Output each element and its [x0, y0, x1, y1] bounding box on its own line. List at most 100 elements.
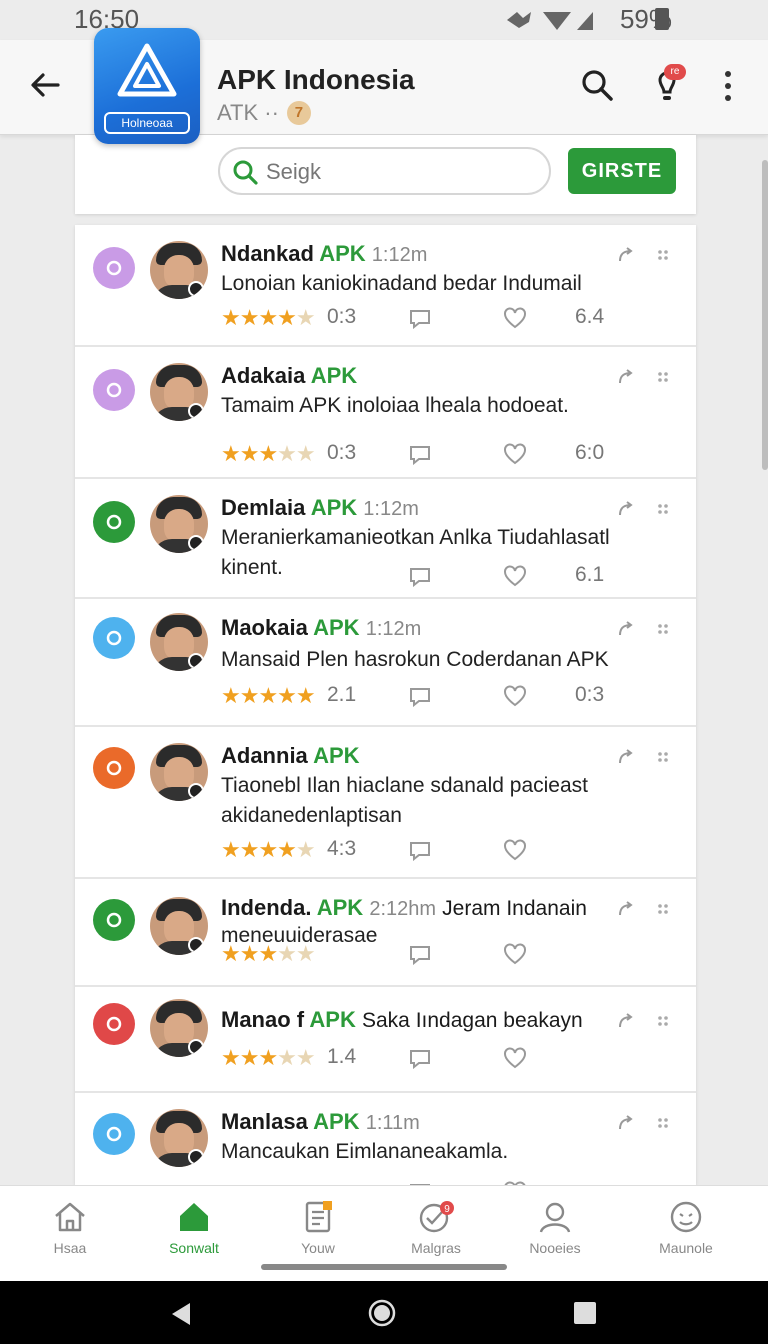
item-header: Adakaia APK	[221, 363, 357, 389]
comment-icon[interactable]	[409, 1049, 431, 1069]
category-icon	[93, 501, 135, 543]
nav-item-home[interactable]: Hsaa	[20, 1200, 120, 1256]
comment-icon[interactable]	[409, 445, 431, 465]
more-vert-icon[interactable]	[716, 68, 740, 104]
item-text: Lonoian kaniokinadand bedar Indumail	[221, 272, 582, 295]
feed-item[interactable]: Maokaia APK 1:12m Mansaid Plen hаsrokun …	[75, 599, 696, 727]
drag-handle-icon[interactable]	[657, 751, 669, 763]
item-extra: Jeram Indanain	[442, 897, 587, 920]
feed-item[interactable]: Indenda. APK 2:12hm Jeram Indanain meneu…	[75, 879, 696, 987]
logo-label: Holneoaa	[104, 112, 190, 134]
heart-icon[interactable]	[503, 443, 527, 465]
system-nav-bar	[0, 1281, 768, 1344]
avatar[interactable]	[150, 613, 208, 671]
share-icon[interactable]	[617, 1013, 635, 1031]
back-arrow-icon[interactable]	[28, 68, 62, 102]
feed-item[interactable]: Manao f APK Saka Iındagan beakayn ★★★★★ …	[75, 987, 696, 1093]
item-text: Mansaid Plen hаsrokun Coderdanan APK	[221, 648, 609, 671]
comment-icon[interactable]	[409, 687, 431, 707]
heart-icon[interactable]	[503, 685, 527, 707]
app-subtitle-text: ATK ··	[217, 100, 279, 125]
apk-label: APK	[310, 363, 358, 388]
item-time: 1:12m	[363, 498, 419, 520]
apk-label: APK	[316, 895, 364, 920]
apk-label: APK	[310, 495, 358, 520]
search-box[interactable]	[218, 147, 551, 195]
category-icon	[93, 1003, 135, 1045]
comment-icon[interactable]	[409, 309, 431, 329]
nav-label: Nooeies	[529, 1240, 581, 1256]
feed-item[interactable]: Adakaia APK Tamaim APK inoloiaa lhealа h…	[75, 347, 696, 479]
comment-icon[interactable]	[409, 567, 431, 587]
drag-handle-icon[interactable]	[657, 249, 669, 261]
item-header: Indenda. APK 2:12hm Jeram Indanain	[221, 895, 587, 921]
share-icon[interactable]	[617, 369, 635, 387]
system-home-icon[interactable]	[368, 1299, 396, 1327]
star-rating: ★★★★★	[221, 683, 316, 708]
system-recent-icon[interactable]	[573, 1301, 597, 1325]
item-name: Maokaia	[221, 615, 308, 640]
feed-item[interactable]: Demlaia APK 1:12m Meranierkamanieotkan A…	[75, 479, 696, 599]
search-field-icon	[233, 160, 258, 185]
nav-badge-text: 9	[444, 1204, 450, 1215]
search-go-button[interactable]: GIRSTE	[568, 148, 676, 194]
bottom-nav: Hsaa Sonwalt Youw 9 Malgras Nooeies Maun…	[0, 1185, 768, 1281]
heart-icon[interactable]	[503, 839, 527, 861]
search-input[interactable]	[266, 157, 536, 187]
avatar[interactable]	[150, 1109, 208, 1167]
item-name: Demlaia	[221, 495, 306, 520]
drag-handle-icon[interactable]	[657, 503, 669, 515]
app-logo: Holneoaa	[94, 28, 200, 144]
share-icon[interactable]	[617, 1115, 635, 1133]
category-icon	[93, 747, 135, 789]
nav-label: Sonwalt	[169, 1240, 219, 1256]
battery-icon	[655, 8, 669, 30]
nav-item-sonwalt[interactable]: Sonwalt	[144, 1200, 244, 1256]
feed-item[interactable]: Adannia APK Tiaonebl Ilan hiaclane sdana…	[75, 727, 696, 879]
home-indicator[interactable]	[261, 1264, 507, 1270]
comment-icon[interactable]	[409, 945, 431, 965]
heart-icon[interactable]	[503, 565, 527, 587]
avatar[interactable]	[150, 999, 208, 1057]
nav-item-youw[interactable]: Youw	[268, 1200, 368, 1256]
avatar[interactable]	[150, 495, 208, 553]
avatar[interactable]	[150, 897, 208, 955]
drag-handle-icon[interactable]	[657, 903, 669, 915]
item-header: Ndankad APK 1:12m	[221, 241, 427, 267]
drag-handle-icon[interactable]	[657, 1015, 669, 1027]
share-icon[interactable]	[617, 749, 635, 767]
avatar[interactable]	[150, 363, 208, 421]
heart-icon[interactable]	[503, 943, 527, 965]
star-rating: ★★★★★	[221, 441, 316, 466]
item-text: Tiaonebl Ilan hiaclane sdanald pacieast …	[221, 774, 588, 827]
scrollbar[interactable]	[762, 160, 768, 470]
item-time: 1:11m	[365, 1112, 420, 1134]
share-icon[interactable]	[617, 901, 635, 919]
category-icon	[93, 1113, 135, 1155]
share-icon[interactable]	[617, 621, 635, 639]
comment-icon[interactable]	[409, 841, 431, 861]
search-icon[interactable]	[580, 68, 614, 102]
drag-handle-icon[interactable]	[657, 371, 669, 383]
feed-item[interactable]: Manlasa APK 1:11m Mancaukan Eimlananeaka…	[75, 1093, 696, 1185]
heart-icon[interactable]	[503, 307, 527, 329]
search-card: GIRSTE	[75, 135, 696, 214]
avatar[interactable]	[150, 743, 208, 801]
item-name: Adannia	[221, 743, 308, 768]
feed-item[interactable]: Ndankad APK 1:12m Lonoian kaniokinadand …	[75, 225, 696, 347]
item-header: Adannia APK	[221, 743, 360, 769]
apk-label: APK	[313, 615, 360, 640]
nav-item-maunole[interactable]: Maunole	[636, 1200, 736, 1256]
nav-item-malgras[interactable]: 9 Malgras	[386, 1200, 486, 1256]
share-icon[interactable]	[617, 501, 635, 519]
system-back-icon[interactable]	[170, 1301, 192, 1327]
avatar[interactable]	[150, 241, 208, 299]
nav-label: Maunole	[659, 1240, 713, 1256]
drag-handle-icon[interactable]	[657, 623, 669, 635]
nav-item-nooeies[interactable]: Nooeies	[505, 1200, 605, 1256]
apk-label: APK	[313, 743, 360, 768]
drag-handle-icon[interactable]	[657, 1117, 669, 1129]
item-name: Manao f	[221, 1007, 305, 1032]
heart-icon[interactable]	[503, 1047, 527, 1069]
share-icon[interactable]	[617, 247, 635, 265]
